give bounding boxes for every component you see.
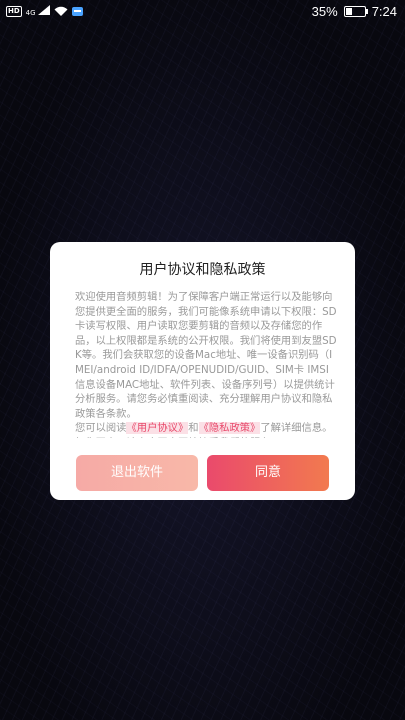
clock: 7:24 (371, 4, 397, 19)
signal-icon: 4G (26, 5, 50, 17)
dialog-title: 用户协议和隐私政策 (139, 262, 266, 278)
network-type: 4G (25, 9, 36, 17)
user-agreement-link[interactable]: 《用户协议》 (126, 422, 189, 435)
dialog-body[interactable]: 欢迎使用音频剪辑！为了保障客户端正常运行以及能够向您提供更全面的服务，我们可能像… (75, 290, 341, 438)
policy-links-paragraph: 您可以阅读《用户协议》和《隐私政策》了解详细信息。如您同意，请点击同意开始接受我… (75, 421, 341, 438)
policy-and: 和 (188, 422, 199, 435)
message-icon (71, 6, 83, 16)
policy-text: 欢迎使用音频剪辑！为了保障客户端正常运行以及能够向您提供更全面的服务，我们可能像… (75, 291, 337, 420)
wifi-icon (54, 6, 68, 16)
battery-percent: 35% (311, 4, 338, 19)
exit-app-button[interactable]: 退出软件 (76, 455, 198, 491)
policy-prefix: 您可以阅读 (75, 422, 127, 435)
hd-icon: HD (6, 5, 22, 17)
privacy-policy-link[interactable]: 《隐私政策》 (198, 422, 261, 435)
privacy-dialog: 用户协议和隐私政策 欢迎使用音频剪辑！为了保障客户端正常运行以及能够向您提供更全… (50, 242, 355, 500)
battery-icon (343, 6, 368, 17)
agree-button[interactable]: 同意 (207, 455, 329, 491)
status-bar: HD 4G 35% 7:24 (0, 0, 405, 24)
